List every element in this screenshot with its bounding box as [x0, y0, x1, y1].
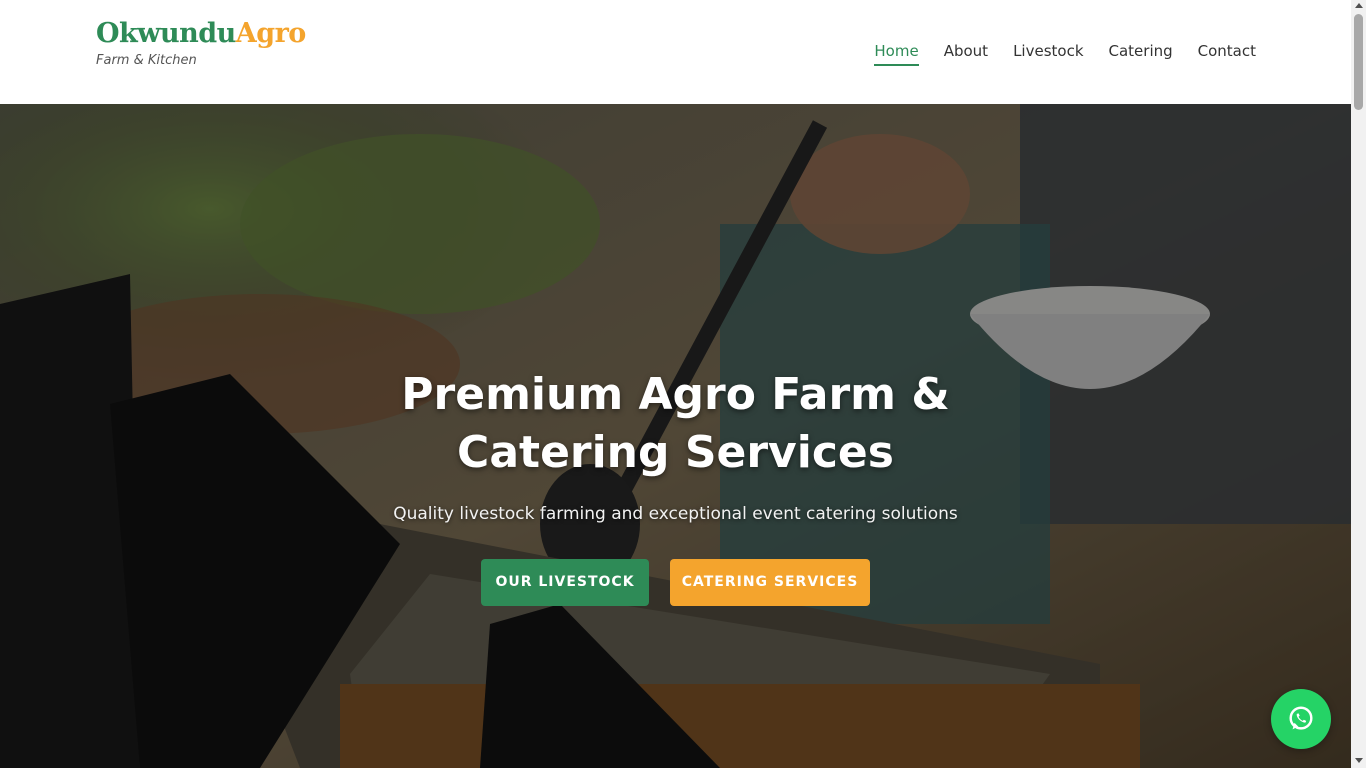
logo-tagline: Farm & Kitchen [96, 53, 197, 68]
logo-name-part1: Okwundu [96, 18, 236, 49]
whatsapp-icon [1289, 706, 1313, 730]
logo-title: OkwunduAgro [96, 18, 306, 50]
page-scrollbar[interactable] [1351, 0, 1366, 768]
nav-livestock[interactable]: Livestock [1013, 42, 1083, 66]
hero-subtitle: Quality livestock farming and exceptiona… [393, 504, 958, 524]
hero-section: Premium Agro Farm & Catering Services Qu… [0, 104, 1351, 768]
our-livestock-button[interactable]: OUR LIVESTOCK [481, 559, 649, 606]
nav-about[interactable]: About [944, 42, 988, 66]
scroll-thumb[interactable] [1354, 14, 1363, 110]
catering-services-button[interactable]: CATERING SERVICES [670, 559, 870, 606]
scroll-down-icon[interactable] [1355, 758, 1363, 763]
nav-contact[interactable]: Contact [1198, 42, 1256, 66]
whatsapp-button[interactable] [1271, 689, 1331, 749]
hero-content: Premium Agro Farm & Catering Services Qu… [0, 366, 1351, 606]
main-nav: Home About Livestock Catering Contact [849, 42, 1256, 66]
hero-buttons: OUR LIVESTOCK CATERING SERVICES [0, 559, 1351, 606]
scroll-up-icon[interactable] [1355, 3, 1363, 8]
site-header: OkwunduAgro Farm & Kitchen Home About Li… [0, 0, 1351, 104]
hero-title: Premium Agro Farm & Catering Services [401, 369, 950, 478]
logo-name-part2: Agro [235, 18, 307, 49]
logo[interactable]: OkwunduAgro Farm & Kitchen [96, 18, 306, 68]
nav-catering[interactable]: Catering [1109, 42, 1173, 66]
nav-home[interactable]: Home [874, 42, 919, 66]
